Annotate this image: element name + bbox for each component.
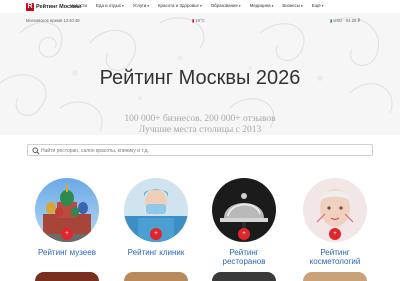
category-restaurants[interactable]: + Рейтинг ресторанов (212, 178, 276, 266)
hero-section: Московское время 13:40:48 ▮19°C ▮USD - 9… (0, 13, 400, 135)
category-image-row2-3[interactable] (212, 272, 276, 281)
thermometer-icon: ▮ (192, 18, 195, 23)
currency-icon: ▮ (330, 18, 333, 23)
search-bar (27, 144, 373, 156)
search-icon (32, 147, 40, 155)
plus-icon[interactable]: + (61, 228, 73, 240)
chevron-down-icon: ▾ (121, 4, 124, 8)
chevron-down-icon: ▾ (147, 4, 149, 8)
category-image-restaurants[interactable]: + (212, 178, 276, 242)
menu-item-more[interactable]: Ещё▾ (312, 3, 324, 9)
category-image-clinics[interactable]: + (124, 178, 188, 242)
plus-icon[interactable]: + (150, 228, 162, 240)
chevron-down-icon: ▾ (199, 4, 202, 8)
weather-widget[interactable]: ▮19°C (192, 18, 205, 23)
menu-item-business[interactable]: Бизнесы▾ (282, 3, 302, 9)
logo-mark-icon: R (26, 3, 34, 11)
category-image-row2-4[interactable] (303, 272, 367, 281)
currency-widget[interactable]: ▮USD - 94.26 ₽ (330, 18, 360, 23)
category-label[interactable]: Рейтинг музеев (35, 248, 99, 257)
menu-item-beauty[interactable]: Красота и Здоровье▾ (158, 3, 202, 9)
category-clinics[interactable]: + Рейтинг клиник (124, 178, 188, 257)
menu-item-medicine[interactable]: Медицина▾ (250, 3, 274, 9)
hero-subtitle: Лучшие места столицы с 2013 (138, 125, 262, 135)
category-label[interactable]: Рейтинг ресторанов (212, 248, 276, 266)
menu-item-education[interactable]: Образование▾ (211, 3, 241, 9)
chevron-down-icon: ▾ (321, 4, 324, 8)
chevron-down-icon: ▾ (271, 4, 274, 8)
plus-icon[interactable]: + (329, 228, 341, 240)
category-cosmetology[interactable]: + Рейтинг косметологий (303, 178, 367, 266)
chevron-down-icon: ▾ (238, 4, 241, 8)
page-title: Рейтинг Москвы 2026 (99, 67, 301, 89)
menu-item-food[interactable]: Еда и отдых▾ (96, 3, 124, 9)
category-label[interactable]: Рейтинг клиник (124, 248, 188, 257)
search-input[interactable] (41, 146, 361, 155)
info-bar: Московское время 13:40:48 ▮19°C ▮USD - 9… (0, 18, 400, 25)
category-museums[interactable]: + Рейтинг музеев (35, 178, 99, 257)
plus-icon[interactable]: + (238, 228, 250, 240)
main-menu: Новости Еда и отдых▾ Услуги▾ Красота и З… (70, 3, 332, 9)
menu-item-services[interactable]: Услуги▾ (133, 3, 149, 9)
category-image-row2-2[interactable] (124, 272, 188, 281)
category-image-cosmetology[interactable]: + (303, 178, 367, 242)
hero-stats: 100 000+ бизнесов. 200 000+ отзывов (124, 114, 276, 124)
category-image-row2-1[interactable] (35, 272, 99, 281)
category-image-museums[interactable]: + (35, 178, 99, 242)
menu-item-news[interactable]: Новости (70, 3, 87, 9)
moscow-time: Московское время 13:40:48 (26, 18, 80, 23)
category-label[interactable]: Рейтинг косметологий (303, 248, 367, 266)
chevron-down-icon: ▾ (300, 4, 303, 8)
top-nav-bar: R Рейтинг Москвы Новости Еда и отдых▾ Ус… (0, 0, 400, 14)
